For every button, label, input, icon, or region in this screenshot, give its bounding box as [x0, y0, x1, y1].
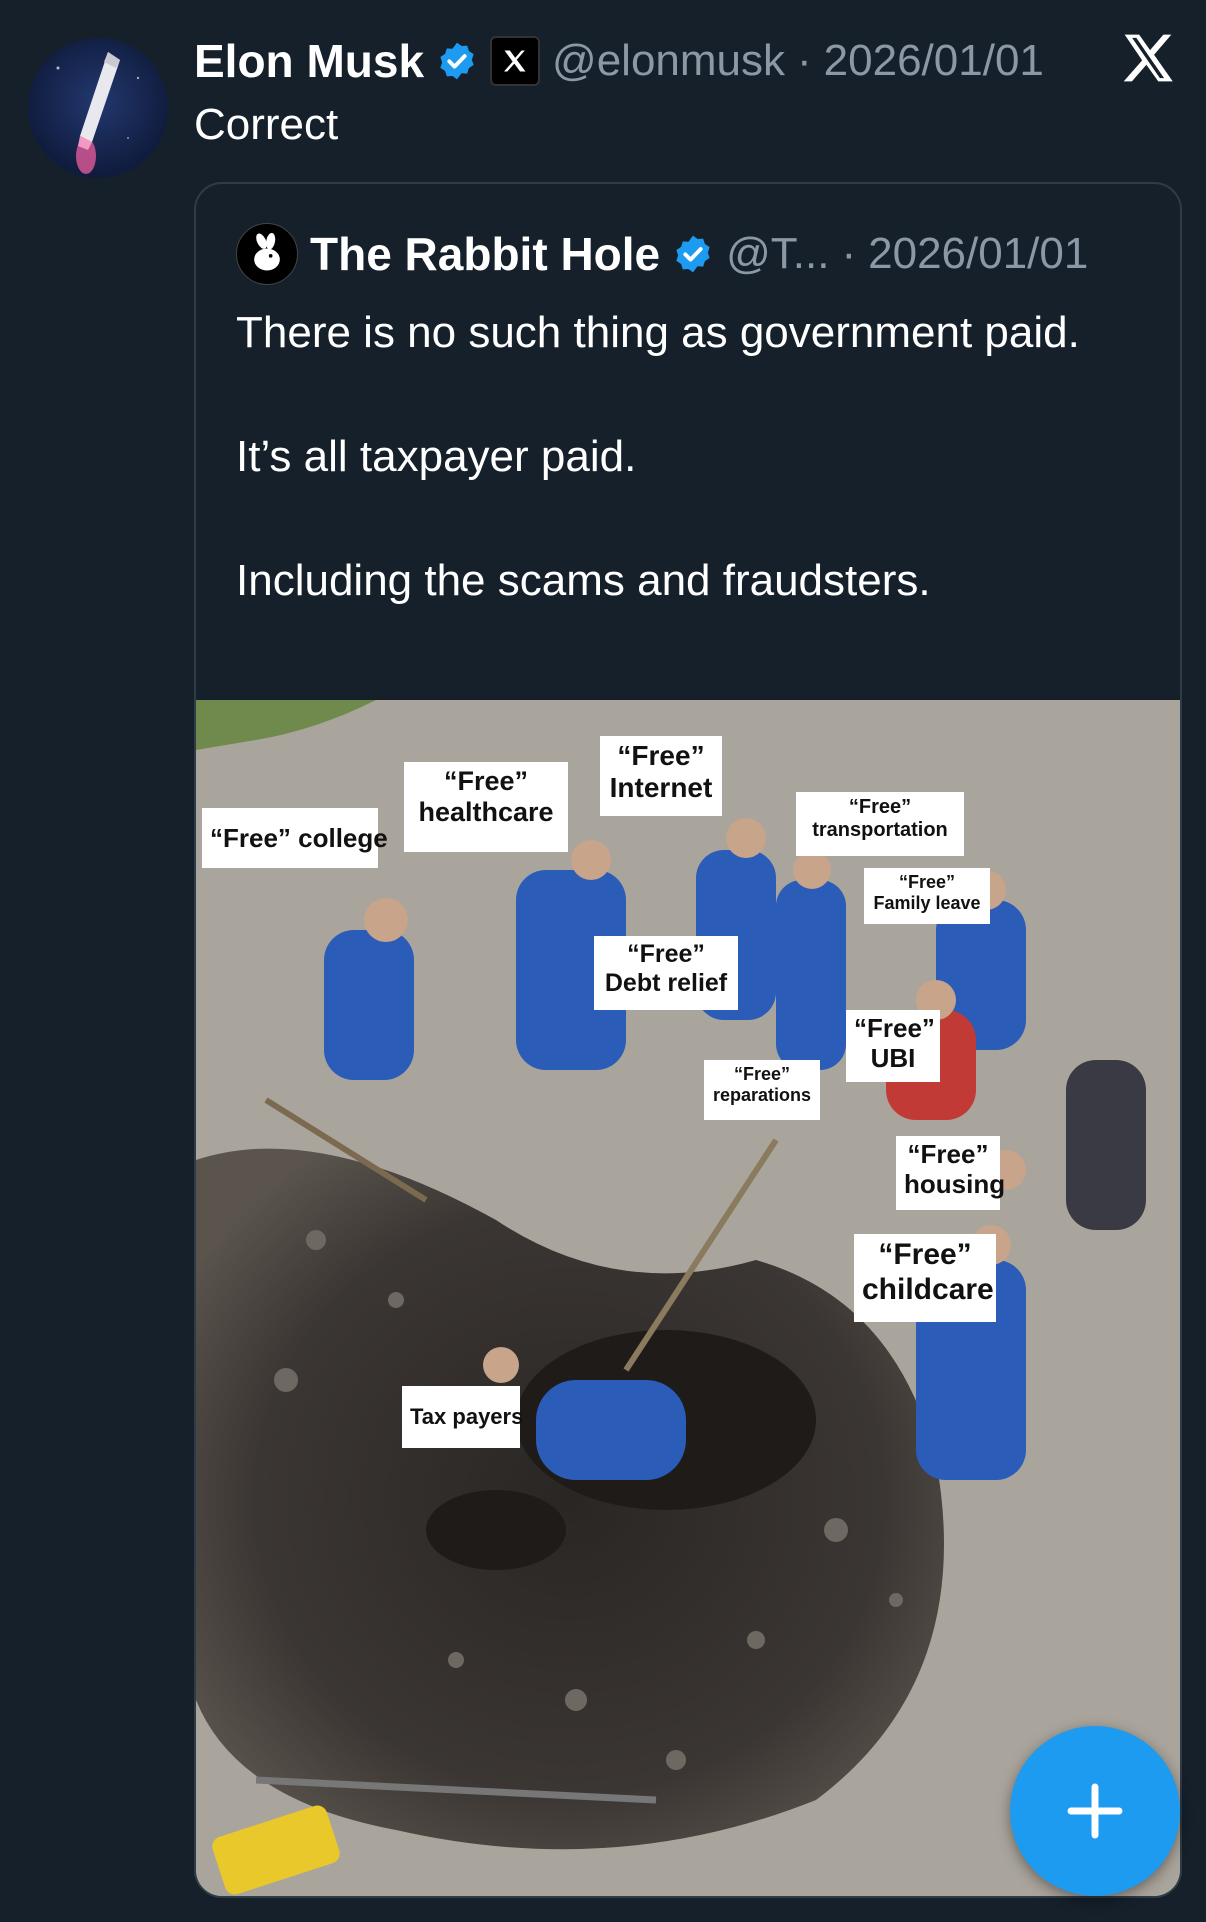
author-header: Elon Musk @elonmusk · 2026/01/01 [194, 30, 1044, 92]
quoted-author-name[interactable]: The Rabbit Hole [310, 227, 660, 281]
verified-badge-icon [440, 42, 474, 80]
verified-badge-icon [676, 235, 710, 273]
meme-label-transportation: “Free” transportation [796, 792, 964, 856]
author-name[interactable]: Elon Musk [194, 34, 424, 88]
post-date[interactable]: 2026/01/01 [824, 36, 1044, 86]
quoted-paragraph: Including the scams and fraudsters. [236, 556, 931, 605]
quoted-author-header: The Rabbit Hole @T... · 2026/01/01 [236, 223, 1088, 285]
separator-dot: · [797, 36, 812, 85]
quoted-tweet-card[interactable]: The Rabbit Hole @T... · 2026/01/01 There… [194, 182, 1182, 1898]
separator-dot: · [841, 229, 857, 278]
meme-label-housing: “Free” housing [896, 1136, 1005, 1210]
author-handle[interactable]: @elonmusk [552, 36, 785, 86]
rabbit-avatar-icon[interactable] [236, 223, 298, 285]
post-text: Correct [194, 100, 339, 149]
quoted-post-text: There is no such thing as government pai… [236, 302, 1136, 612]
compose-button[interactable] [1010, 1726, 1180, 1896]
quoted-post-date[interactable]: 2026/01/01 [868, 229, 1088, 279]
quoted-author-handle[interactable]: @T... [726, 229, 829, 279]
meme-label-family-leave: “Free” Family leave [864, 868, 990, 924]
meme-label-college: “Free” college [202, 808, 388, 868]
plus-icon [1067, 1783, 1123, 1839]
meme-label-healthcare: “Free” healthcare [404, 762, 568, 852]
quoted-paragraph: There is no such thing as government pai… [236, 308, 1080, 357]
meme-image[interactable]: “Free” college “Free” healthcare “Free” … [196, 700, 1180, 1896]
meme-photo-illustration [196, 700, 1180, 1896]
rocket-icon [56, 52, 140, 174]
meme-label-debt-relief: “Free” Debt relief [594, 936, 738, 1010]
tweet-screen: Elon Musk @elonmusk · 2026/01/01 Correct [0, 0, 1206, 1922]
x-affiliate-icon [490, 36, 541, 86]
meme-label-internet: “Free” Internet [600, 736, 722, 816]
meme-label-ubi: “Free” UBI [846, 1010, 940, 1082]
meme-label-tax-payers: Tax payers [402, 1386, 523, 1448]
meme-label-childcare: “Free” childcare [854, 1234, 996, 1322]
x-logo-icon[interactable] [1120, 30, 1176, 86]
quoted-paragraph: It’s all taxpayer paid. [236, 432, 637, 481]
meme-label-reparations: “Free” reparations [704, 1060, 820, 1120]
author-avatar[interactable] [28, 38, 168, 178]
